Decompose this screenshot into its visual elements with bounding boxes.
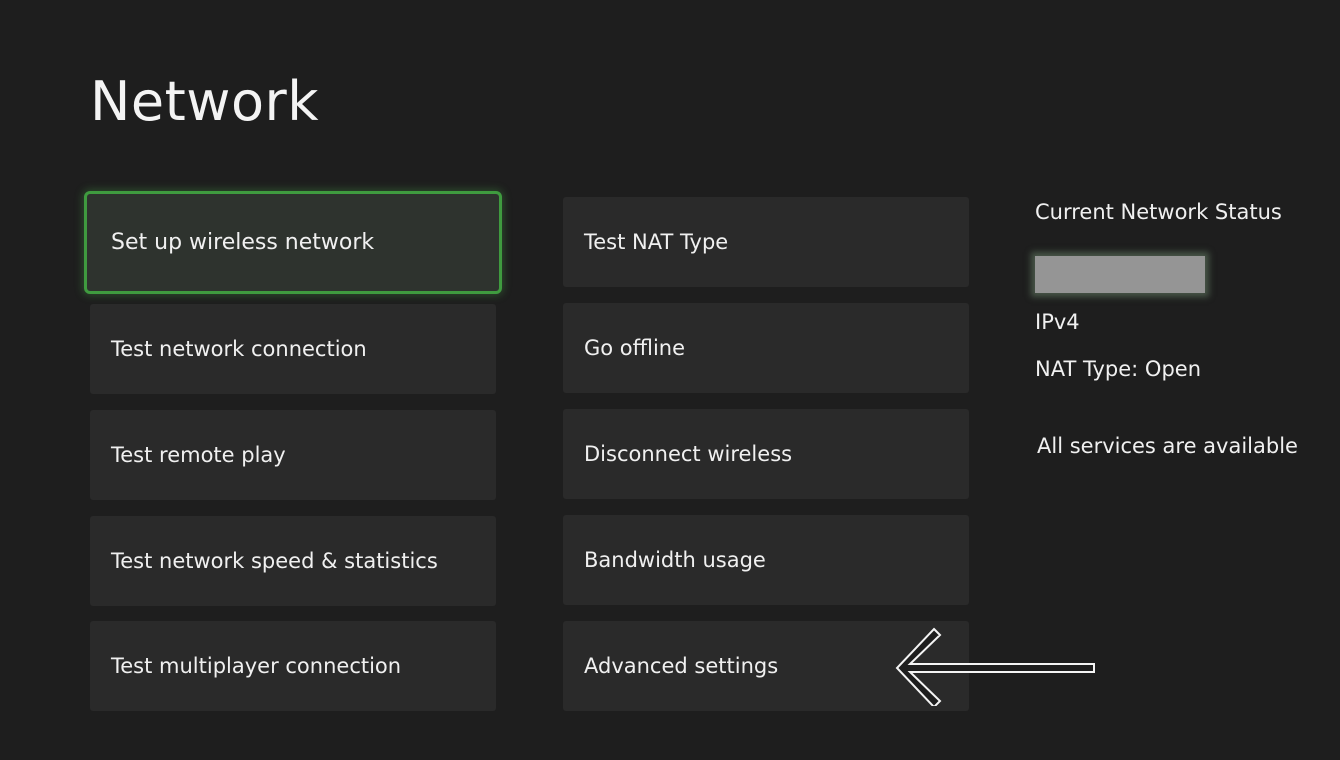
test-multiplayer-connection-button[interactable]: Test multiplayer connection (90, 621, 496, 711)
arrow-left-icon (895, 627, 1095, 706)
bandwidth-usage-button[interactable]: Bandwidth usage (563, 515, 969, 605)
nat-type-status: NAT Type: Open (1035, 357, 1202, 381)
set-up-wireless-network-button[interactable]: Set up wireless network (84, 191, 502, 294)
network-settings-screen: Network Set up wireless network Test net… (0, 0, 1340, 760)
test-network-speed-button[interactable]: Test network speed & statistics (90, 516, 496, 606)
test-remote-play-button[interactable]: Test remote play (90, 410, 496, 500)
disconnect-wireless-button[interactable]: Disconnect wireless (563, 409, 969, 499)
tile-label: Test multiplayer connection (111, 654, 402, 678)
tile-label: Test remote play (111, 443, 286, 467)
page-title: Network (90, 70, 319, 133)
tile-label: Disconnect wireless (584, 442, 793, 466)
tile-label: Test NAT Type (584, 230, 729, 254)
tile-label: Go offline (584, 336, 686, 360)
tile-label: Set up wireless network (111, 230, 375, 255)
tile-label: Advanced settings (584, 654, 779, 678)
test-nat-type-button[interactable]: Test NAT Type (563, 197, 969, 287)
ip-version: IPv4 (1035, 310, 1080, 334)
tile-label: Bandwidth usage (584, 548, 766, 572)
tile-label: Test network speed & statistics (111, 549, 438, 573)
go-offline-button[interactable]: Go offline (563, 303, 969, 393)
status-title: Current Network Status (1035, 200, 1282, 224)
tile-label: Test network connection (111, 337, 367, 361)
redacted-network-name (1035, 256, 1205, 293)
test-network-connection-button[interactable]: Test network connection (90, 304, 496, 394)
services-status: All services are available (1037, 434, 1298, 458)
